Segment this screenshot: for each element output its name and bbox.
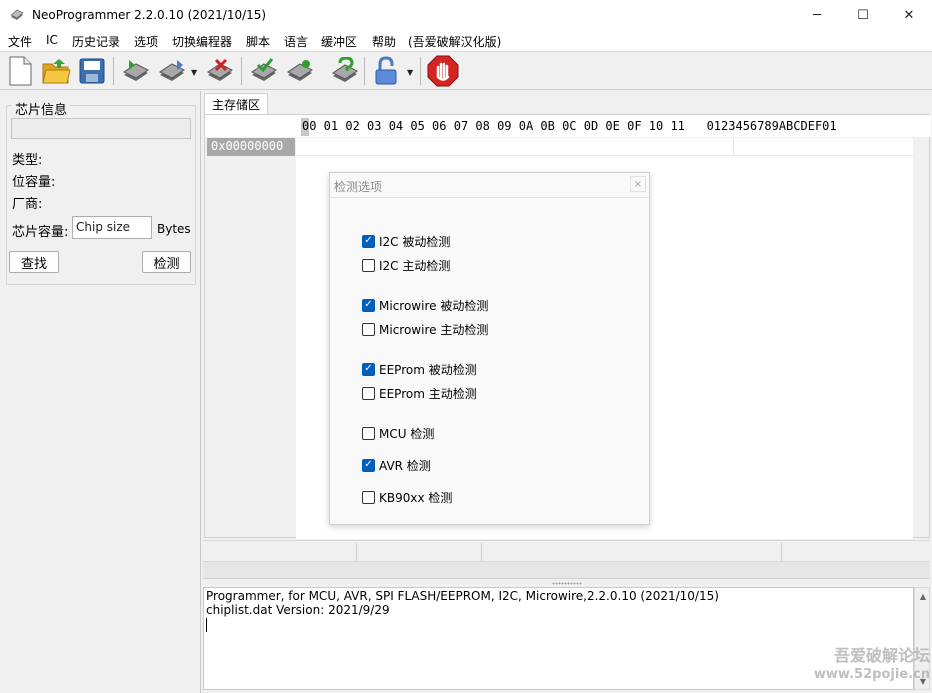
menu-bar: 文件 IC 历史记录 选项 切换编程器 脚本 语言 缓冲区 帮助 (吾爱破解汉化… (0, 30, 932, 51)
left-panel: 芯片信息 类型: 位容量: 厂商: 芯片容量: Chip size Bytes … (0, 91, 201, 693)
checkbox-checked-icon[interactable]: ✓ (362, 458, 375, 472)
log-line: Programmer, for MCU, AVR, SPI FLASH/EEPR… (206, 589, 719, 603)
menu-language[interactable]: 语言 (284, 33, 308, 50)
detection-option-label: Microwire 主动检测 (379, 322, 489, 337)
close-button[interactable]: ✕ (886, 0, 932, 30)
toolbar-separator (420, 57, 421, 85)
progress-bar (203, 562, 930, 579)
menu-buffer[interactable]: 缓冲区 (321, 33, 357, 50)
hex-header-row: 00 01 02 03 04 05 06 07 08 09 0A 0B 0C 0… (205, 115, 931, 137)
minimize-button[interactable]: ─ (794, 0, 840, 30)
bytes-label: Bytes (157, 222, 191, 236)
watermark-line2: www.52pojie.cn (813, 667, 930, 682)
menu-history[interactable]: 历史记录 (72, 33, 120, 50)
checkbox-checked-icon[interactable]: ✓ (362, 298, 375, 312)
type-label: 类型: (12, 153, 43, 168)
tab-main-memory[interactable]: 主存储区 (204, 93, 268, 114)
text-caret (206, 618, 207, 632)
detection-option-label: I2C 被动检测 (379, 234, 451, 249)
toolbar-separator (113, 57, 114, 85)
read-chip-icon[interactable] (120, 55, 152, 87)
checkbox-unchecked-icon[interactable] (362, 386, 375, 400)
watermark: 吾爱破解论坛 www.52pojie.cn (806, 646, 930, 690)
open-folder-icon[interactable] (40, 55, 72, 87)
save-disk-icon[interactable] (76, 55, 108, 87)
auto-chip-icon[interactable] (284, 55, 316, 87)
stop-icon[interactable] (427, 55, 459, 87)
maximize-button[interactable]: ☐ (840, 0, 886, 30)
detection-option[interactable]: Microwire 主动检测 (362, 321, 488, 337)
detect-button[interactable]: 检测 (142, 251, 191, 273)
detection-option-label: EEProm 被动检测 (379, 362, 477, 377)
detection-option[interactable]: EEProm 主动检测 (362, 385, 477, 401)
checkbox-unchecked-icon[interactable] (362, 258, 375, 272)
write-chip-icon[interactable] (156, 55, 188, 87)
checkbox-checked-icon[interactable]: ✓ (362, 362, 375, 376)
chip-capacity-label: 芯片容量: (12, 225, 69, 240)
hex-data-row[interactable] (296, 138, 913, 156)
status-bar (203, 540, 930, 562)
checkbox-checked-icon[interactable]: ✓ (362, 234, 375, 248)
detection-option[interactable]: ✓ I2C 被动检测 (362, 233, 450, 249)
new-file-icon[interactable] (4, 55, 36, 87)
chip-info-title: 芯片信息 (12, 99, 71, 118)
scroll-up-arrow-icon[interactable]: ▲ (917, 590, 929, 602)
detection-option[interactable]: ✓ EEProm 被动检测 (362, 361, 477, 377)
toolbar: ▼ ▼ (0, 51, 932, 90)
bit-capacity-label: 位容量: (12, 175, 56, 190)
chip-app-icon (10, 9, 24, 20)
lock-dropdown-arrow[interactable]: ▼ (407, 68, 413, 77)
splitter-handle[interactable] (203, 579, 930, 587)
verify-chip-icon[interactable] (248, 55, 280, 87)
detection-option-label: KB90xx 检测 (379, 490, 453, 505)
checkbox-unchecked-icon[interactable] (362, 322, 375, 336)
detection-option-label: MCU 检测 (379, 426, 435, 441)
lock-icon[interactable] (370, 55, 402, 87)
find-button[interactable]: 查找 (9, 251, 59, 273)
detection-option[interactable]: I2C 主动检测 (362, 257, 450, 273)
menu-ic[interactable]: IC (46, 33, 58, 47)
menu-localization-note: (吾爱破解汉化版) (408, 35, 502, 49)
erase-chip-icon[interactable] (204, 55, 236, 87)
detection-options-dialog: 检测选项 × ✓ I2C 被动检测 I2C 主动检测 ✓ Microwire 被动检测 M… (329, 172, 650, 525)
dialog-close-button[interactable]: × (630, 176, 646, 192)
detection-option-label: Microwire 被动检测 (379, 298, 489, 313)
detection-option[interactable]: MCU 检测 (362, 425, 434, 441)
detection-option[interactable]: ✓ AVR 检测 (362, 457, 431, 473)
detection-option-label: EEProm 主动检测 (379, 386, 477, 401)
menu-help[interactable]: 帮助 (372, 33, 396, 50)
log-line: chiplist.dat Version: 2021/9/29 (206, 603, 390, 617)
chip-size-field[interactable]: Chip size (72, 216, 152, 239)
menu-file[interactable]: 文件 (8, 33, 32, 50)
toolbar-separator (364, 57, 365, 85)
hex-column-header: 00 01 02 03 04 05 06 07 08 09 0A 0B 0C 0… (302, 119, 837, 133)
title-bar: NeoProgrammer 2.2.0.10 (2021/10/15) ─ ☐ … (0, 0, 932, 30)
dialog-divider (330, 197, 649, 198)
window-title: NeoProgrammer 2.2.0.10 (2021/10/15) (32, 8, 267, 22)
checkbox-unchecked-icon[interactable] (362, 490, 375, 504)
watermark-line1: 吾爱破解论坛 (833, 646, 930, 665)
menu-switch-programmer[interactable]: 切换编程器 (172, 33, 232, 50)
detection-option-label: I2C 主动检测 (379, 258, 451, 273)
detection-option[interactable]: KB90xx 检测 (362, 489, 452, 505)
toolbar-separator (241, 57, 242, 85)
menu-options[interactable]: 选项 (134, 33, 158, 50)
detection-option[interactable]: ✓ Microwire 被动检测 (362, 297, 488, 313)
checkbox-unchecked-icon[interactable] (362, 426, 375, 440)
detection-option-label: AVR 检测 (379, 458, 431, 473)
menu-script[interactable]: 脚本 (246, 33, 270, 50)
dialog-title: 检测选项 (334, 180, 383, 194)
chip-info-field (11, 118, 191, 139)
write-dropdown-arrow[interactable]: ▼ (191, 68, 197, 77)
vendor-label: 厂商: (12, 197, 43, 212)
address-cell[interactable]: 0x00000000 (207, 138, 295, 156)
detect-chip-icon[interactable] (329, 55, 361, 87)
